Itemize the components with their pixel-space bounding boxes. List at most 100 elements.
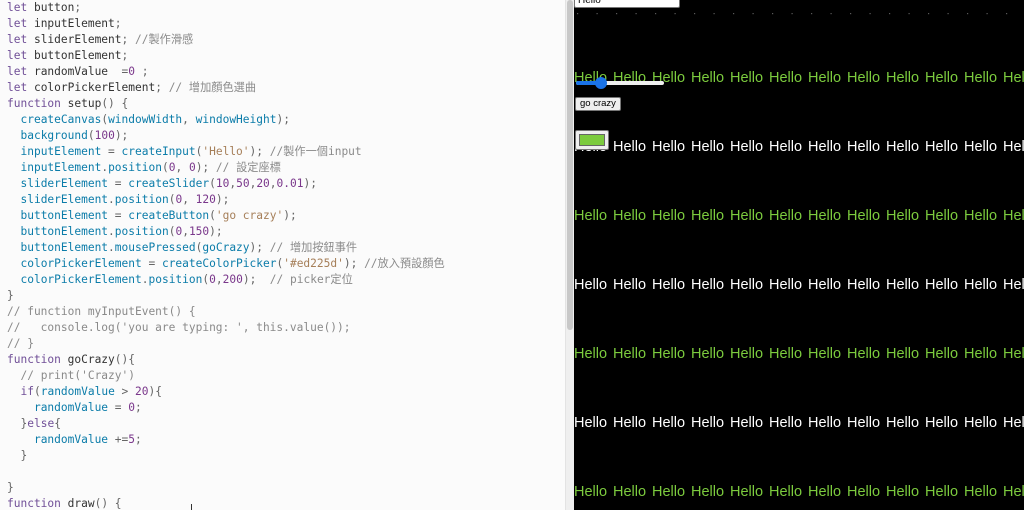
code-token: randomValue <box>40 385 115 398</box>
go-crazy-button[interactable]: go crazy <box>575 97 621 111</box>
code-token: = <box>108 177 129 190</box>
code-token: ; <box>114 17 122 30</box>
hello-word: Hello <box>808 208 842 224</box>
hello-word: Hello <box>730 484 764 500</box>
code-line: let randomValue =0 ; <box>7 64 149 80</box>
code-token: ); <box>114 129 129 142</box>
code-line: let button; <box>7 0 81 16</box>
hello-word: Hello <box>691 346 725 362</box>
code-token: inputElement <box>27 17 115 30</box>
code-token: randomValue <box>33 401 109 414</box>
hello-word: Hello <box>1003 277 1024 293</box>
code-token: ); <box>195 161 216 174</box>
code-editor[interactable]: let button; let inputElement; let sliderEl… <box>0 0 565 510</box>
code-token: if <box>20 385 34 398</box>
code-line: function setup() { <box>7 96 128 112</box>
code-token: . <box>108 193 115 206</box>
code-token: buttonElement <box>20 241 109 254</box>
hello-word: Hello <box>652 139 686 155</box>
code-token: sliderElement <box>20 193 109 206</box>
code-token: } <box>7 481 14 494</box>
color-picker[interactable] <box>575 130 609 150</box>
hello-row: Hello Hello Hello Hello Hello Hello Hello Hello… <box>574 275 1024 295</box>
code-token: createButton <box>128 209 210 222</box>
code-token: //製作滑感 <box>135 33 194 46</box>
code-line: let inputElement; <box>7 16 122 32</box>
slider-thumb[interactable] <box>595 77 607 89</box>
hello-input-field[interactable]: Hello <box>574 0 680 8</box>
hello-word: Hello <box>574 277 608 293</box>
code-token: 0.01 <box>276 177 304 190</box>
editor-scrollbar[interactable] <box>565 0 574 510</box>
code-line: // } <box>7 336 34 352</box>
editor-scrollbar-thumb[interactable] <box>567 0 573 330</box>
hello-word: Hello <box>769 277 803 293</box>
code-token: buttonElement <box>27 49 122 62</box>
hello-word: Hello <box>769 484 803 500</box>
code-token: let <box>7 65 28 78</box>
code-token: += <box>108 433 129 446</box>
color-swatch <box>579 134 605 146</box>
code-token: ); <box>276 113 290 126</box>
hello-word: Hello <box>808 415 842 431</box>
hello-word: Hello <box>808 277 842 293</box>
hello-word: Hello <box>1003 484 1024 500</box>
canvas-preview: Hello Hello Hello Hello Hello Hello Hello Hello… <box>574 0 1024 510</box>
code-line: sliderElement = createSlider(10,50,20,0.… <box>7 176 317 192</box>
code-token: () { <box>94 497 122 510</box>
hello-word: Hello <box>1003 139 1024 155</box>
size-slider[interactable] <box>576 77 664 89</box>
hello-word: Hello <box>847 346 881 362</box>
code-token: ); <box>215 193 230 206</box>
hello-word: Hello <box>691 415 725 431</box>
code-token: ){ <box>148 385 162 398</box>
hello-word: Hello <box>613 277 647 293</box>
code-token: ); <box>209 225 223 238</box>
code-token: ); <box>343 257 365 270</box>
hello-word: Hello <box>1003 70 1024 86</box>
code-token: (){ <box>114 353 135 366</box>
code-token: createSlider <box>128 177 210 190</box>
code-line: let colorPickerElement; // 增加顏色選曲 <box>7 80 256 96</box>
code-token: setup <box>60 97 102 110</box>
code-token: } <box>7 289 14 302</box>
hello-word: Hello <box>964 277 998 293</box>
code-token: ( <box>209 209 216 222</box>
code-token: 200 <box>222 273 243 286</box>
code-line: colorPickerElement = createColorPicker('… <box>7 256 444 272</box>
hello-word: Hello <box>769 346 803 362</box>
code-token: // print('Crazy') <box>20 369 135 382</box>
code-token: createInput <box>121 145 196 158</box>
code-line: randomValue +=5; <box>7 432 142 448</box>
code-token: 0 <box>128 65 136 78</box>
code-line: randomValue = 0; <box>7 400 142 416</box>
hello-word: Hello <box>925 70 959 86</box>
code-token: ); <box>249 145 270 158</box>
code-token: randomValue <box>33 433 109 446</box>
hello-word: Hello <box>808 70 842 86</box>
hello-word: Hello <box>613 415 647 431</box>
hello-row: Hello Hello Hello Hello Hello Hello Hello Hello… <box>574 137 1024 157</box>
code-token: 'Hello' <box>202 145 250 158</box>
hello-word: Hello <box>730 346 764 362</box>
hello-word: Hello <box>964 208 998 224</box>
code-token: = <box>108 209 129 222</box>
code-token: colorPickerElement <box>27 81 156 94</box>
hello-word: Hello <box>886 139 920 155</box>
code-token: 120 <box>195 193 216 206</box>
hello-word: Hello <box>808 139 842 155</box>
hello-word: Hello <box>613 139 647 155</box>
code-token: // 增加按鈕事件 <box>269 241 358 254</box>
code-token: ; <box>155 81 169 94</box>
hello-word: Hello <box>730 277 764 293</box>
code-token: . <box>108 241 115 254</box>
hello-word: Hello <box>691 277 725 293</box>
code-line: inputElement = createInput('Hello'); //製… <box>7 144 361 160</box>
hello-word: Hello <box>886 346 920 362</box>
hello-word: Hello <box>691 139 725 155</box>
code-token: 0 <box>209 273 216 286</box>
code-token: , <box>182 113 196 126</box>
